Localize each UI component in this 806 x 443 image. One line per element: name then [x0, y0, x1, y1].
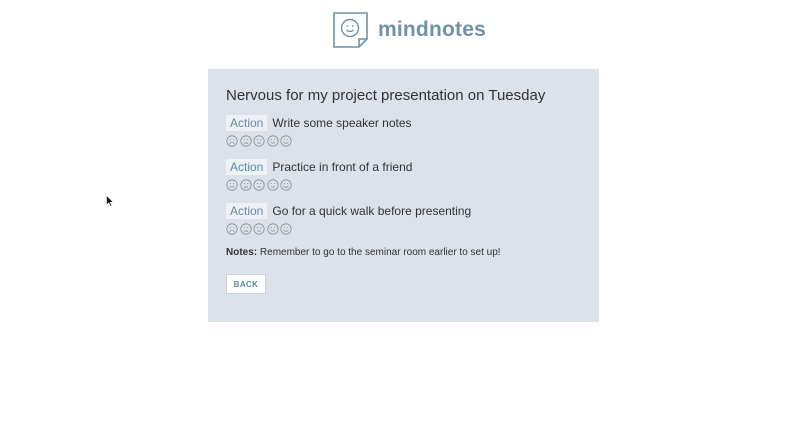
action-text: Go for a quick walk before presenting: [272, 204, 472, 218]
action-item: Action Go for a quick walk before presen…: [226, 203, 586, 243]
entry-card: Nervous for my project presentation on T…: [208, 69, 599, 322]
note-smile-icon: [333, 12, 368, 48]
notes-label: Notes:: [226, 247, 258, 258]
rating-faces: [226, 179, 586, 193]
action-text: Write some speaker notes: [272, 116, 412, 130]
rating-faces: [226, 223, 586, 237]
action-item: Action Practice in front of a friend: [226, 159, 586, 199]
notes: Notes: Remember to go to the seminar roo…: [226, 247, 501, 258]
happy-face-icon[interactable]: [267, 223, 279, 235]
action-item: Action Write some speaker notes: [226, 115, 586, 155]
back-button[interactable]: BACK: [226, 274, 266, 294]
very-sad-face-icon[interactable]: [226, 179, 238, 191]
happy-face-icon[interactable]: [267, 179, 279, 191]
neutral-face-icon[interactable]: [253, 223, 265, 235]
sad-face-icon[interactable]: [239, 179, 252, 191]
mouse-cursor-icon: [106, 195, 114, 207]
very-sad-face-icon[interactable]: [226, 135, 238, 147]
action-tag: Action: [226, 159, 268, 175]
sad-face-icon[interactable]: [239, 135, 252, 147]
app-name: mindnotes: [378, 18, 486, 41]
neutral-face-icon[interactable]: [253, 179, 265, 191]
happy-face-icon[interactable]: [267, 135, 279, 147]
action-tag: Action: [226, 203, 268, 219]
very-happy-face-icon[interactable]: [280, 179, 292, 191]
neutral-face-icon[interactable]: [253, 135, 265, 147]
entry-title: Nervous for my project presentation on T…: [226, 87, 546, 104]
rating-faces: [226, 135, 586, 149]
action-tag: Action: [226, 115, 268, 131]
very-sad-face-icon[interactable]: [226, 223, 238, 235]
notes-text: Remember to go to the seminar room earli…: [259, 247, 501, 258]
action-text: Practice in front of a friend: [272, 160, 413, 174]
very-happy-face-icon[interactable]: [280, 223, 292, 235]
sad-face-icon[interactable]: [239, 223, 252, 235]
page: mindnotes Nervous for my project present…: [0, 0, 806, 443]
very-happy-face-icon[interactable]: [280, 135, 292, 147]
app-logo[interactable]: mindnotes: [332, 10, 486, 50]
